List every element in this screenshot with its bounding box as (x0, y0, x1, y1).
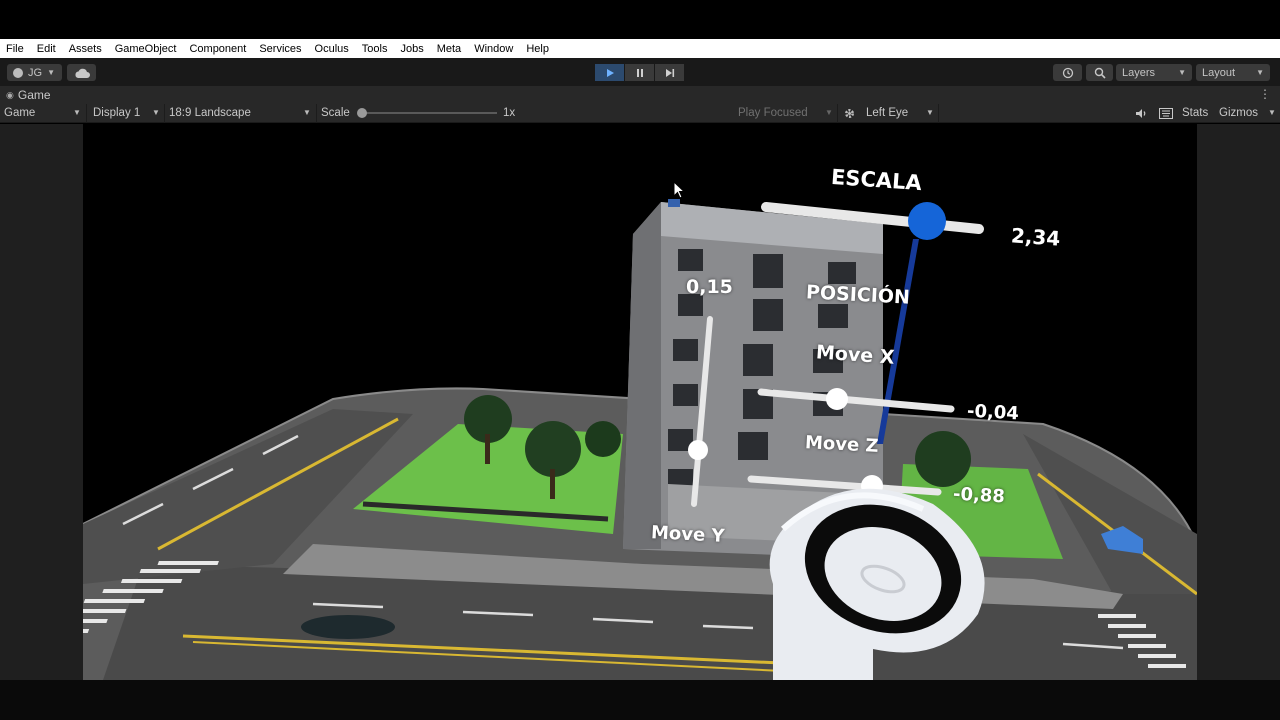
menu-file[interactable]: File (6, 43, 24, 55)
stats-button[interactable]: Stats (1182, 107, 1208, 119)
divider (316, 104, 317, 123)
menu-bar: File Edit Assets GameObject Component Se… (0, 39, 1280, 58)
search-button[interactable] (1086, 64, 1113, 81)
divider (837, 104, 838, 123)
layers-dropdown[interactable]: Layers ▼ (1116, 64, 1192, 81)
menu-meta[interactable]: Meta (437, 43, 461, 55)
move-x-slider-handle[interactable] (826, 388, 848, 410)
menu-oculus[interactable]: Oculus (315, 43, 349, 55)
game-tab-bar: ◉ Game ⋮ (0, 86, 1280, 104)
gamepad-icon: ◉ (6, 89, 14, 100)
move-z-value: -0,88 (952, 483, 1006, 508)
tab-game[interactable]: ◉ Game (6, 88, 51, 102)
account-icon (13, 67, 23, 78)
chevron-down-icon: ▼ (303, 108, 311, 117)
move-z-label: Move Z (804, 432, 880, 457)
play-mode-dropdown[interactable]: Play Focused (738, 107, 808, 119)
move-y-label: Move Y (650, 522, 726, 547)
account-dropdown[interactable]: JG ▼ (7, 64, 62, 81)
mouse-cursor-icon (673, 181, 685, 199)
layout-dropdown[interactable]: Layout ▼ (1196, 64, 1270, 81)
menu-edit[interactable]: Edit (37, 43, 56, 55)
chevron-down-icon: ▼ (825, 108, 833, 117)
chevron-down-icon: ▼ (926, 108, 934, 117)
move-y-value: 0,15 (686, 276, 733, 298)
display-dropdown[interactable]: Display 1 (93, 107, 140, 119)
aspect-dropdown[interactable]: 18:9 Landscape (169, 107, 251, 119)
cloud-button[interactable] (67, 64, 96, 81)
chevron-down-icon: ▼ (47, 68, 55, 77)
letterbox-top (0, 0, 1280, 39)
step-button[interactable] (655, 64, 684, 81)
letterbox-bottom (0, 680, 1280, 720)
game-viewport[interactable]: ESCALA 2,34 0,15 POSICIÓN Move X -0,04 M… (83, 124, 1197, 680)
menu-gameobject[interactable]: GameObject (115, 43, 177, 55)
scale-label: Scale (321, 107, 350, 119)
play-button[interactable] (595, 64, 624, 81)
layout-label: Layout (1202, 66, 1236, 79)
play-controls (595, 64, 685, 81)
eye-dropdown[interactable]: Left Eye (866, 107, 908, 119)
game-mode-dropdown[interactable]: Game (4, 107, 35, 119)
escala-slider-handle[interactable] (908, 202, 946, 240)
more-options-icon[interactable]: ⋮ (1259, 87, 1271, 101)
play-icon (606, 68, 614, 77)
menu-assets[interactable]: Assets (69, 43, 102, 55)
chevron-down-icon: ▼ (1178, 68, 1186, 77)
scale-slider-handle[interactable] (357, 108, 367, 118)
scale-slider-track[interactable] (362, 112, 497, 114)
divider (164, 104, 165, 123)
chevron-down-icon: ▼ (1268, 108, 1276, 117)
menu-jobs[interactable]: Jobs (400, 43, 423, 55)
pause-icon (636, 68, 643, 77)
escala-value: 2,34 (1010, 223, 1062, 251)
menu-help[interactable]: Help (526, 43, 549, 55)
cloud-icon (74, 68, 90, 78)
history-icon (1062, 67, 1073, 78)
scale-value: 1x (503, 107, 516, 119)
keyboard-icon[interactable] (1159, 108, 1173, 119)
move-y-slider-handle[interactable] (688, 440, 708, 460)
gear-icon[interactable] (843, 107, 856, 120)
menu-services[interactable]: Services (259, 43, 301, 55)
game-view-controls: Game ▼ Display 1 ▼ 18:9 Landscape ▼ Scal… (0, 104, 1280, 123)
chevron-down-icon: ▼ (152, 108, 160, 117)
chevron-down-icon: ▼ (73, 108, 81, 117)
divider (938, 104, 939, 123)
main-toolbar: JG ▼ Layers ▼ Layout ▼ (0, 58, 1280, 86)
menu-window[interactable]: Window (474, 43, 513, 55)
pause-button[interactable] (625, 64, 654, 81)
history-button[interactable] (1053, 64, 1082, 81)
chevron-down-icon: ▼ (1256, 68, 1264, 77)
move-x-value: -0,04 (966, 400, 1020, 425)
divider (86, 104, 87, 123)
menu-tools[interactable]: Tools (362, 43, 388, 55)
tab-game-label: Game (17, 88, 51, 102)
account-label: JG (28, 66, 43, 79)
layers-label: Layers (1122, 66, 1156, 79)
vr-scene (83, 199, 1197, 680)
search-icon (1094, 67, 1106, 79)
menu-component[interactable]: Component (189, 43, 246, 55)
gizmos-dropdown[interactable]: Gizmos (1219, 107, 1258, 119)
speaker-icon[interactable] (1135, 108, 1148, 119)
shadow (301, 615, 395, 639)
step-icon (665, 68, 674, 77)
blue-slider-bar (877, 239, 919, 444)
